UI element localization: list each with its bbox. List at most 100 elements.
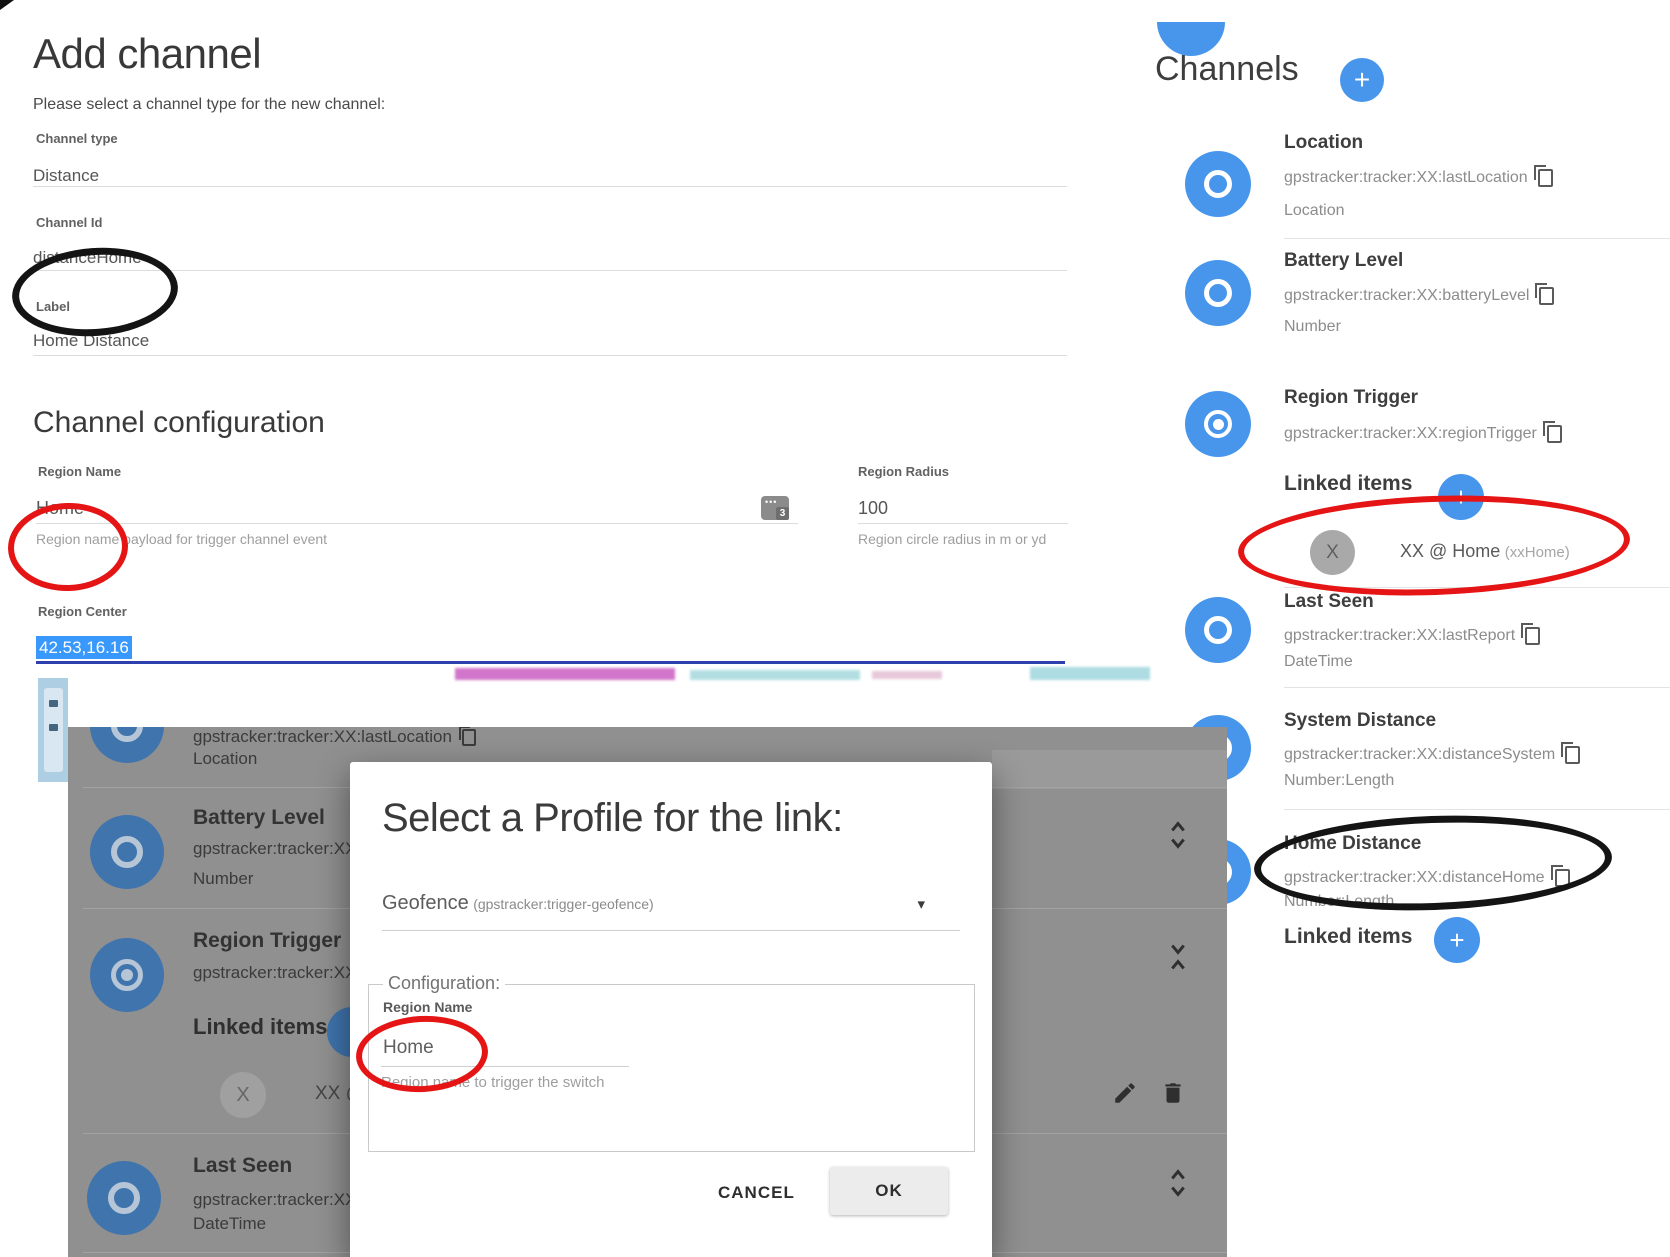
copy-icon[interactable] [1538, 169, 1553, 187]
divider [381, 1066, 629, 1067]
channel-id-input[interactable]: distanceHome [33, 248, 142, 268]
reorder-handle[interactable] [1164, 819, 1192, 854]
profile-dialog: Select a Profile for the link: Geofence … [350, 762, 992, 1257]
linked-items-heading: Linked items [1284, 472, 1412, 496]
divider [33, 355, 1067, 356]
channel-title: Location [1284, 132, 1363, 154]
region-name-label: Region Name [383, 999, 472, 1015]
linked-item-name: XX @ Home [1400, 541, 1500, 561]
collapse-handle[interactable] [1164, 941, 1192, 976]
divider [858, 523, 1068, 524]
channel-uid: gpstracker:tracker:XX:lastReport [1284, 627, 1515, 645]
channel-row-home-distance[interactable]: Home Distance gpstracker:tracker:XX:dist… [1185, 827, 1665, 927]
channel-state-icon-dimmed [90, 727, 164, 763]
add-channel-button[interactable]: + [1340, 58, 1384, 102]
cancel-button[interactable]: CANCEL [704, 1173, 809, 1213]
dialog-title: Select a Profile for the link: [382, 796, 843, 841]
linked-item-avatar: X [1310, 530, 1355, 575]
channel-type: Number:Length [1284, 893, 1394, 911]
region-name-input[interactable]: Home [36, 498, 84, 519]
divider [33, 270, 1067, 271]
channel-type-dimmed: Number [193, 869, 253, 889]
channel-row-system-distance[interactable]: System Distance gpstracker:tracker:XX:di… [1185, 704, 1665, 804]
channel-configuration-heading: Channel configuration [33, 406, 325, 440]
channel-type: Number:Length [1284, 772, 1394, 790]
reorder-handle[interactable] [1164, 1167, 1192, 1202]
copy-icon[interactable] [1547, 425, 1562, 443]
edit-linked-item-button[interactable] [1106, 1079, 1144, 1110]
channel-state-icon-dimmed [90, 815, 164, 889]
map-artifact [690, 670, 860, 680]
region-name-helper: Region name payload for trigger channel … [36, 531, 327, 547]
copy-icon[interactable] [1539, 287, 1554, 305]
region-name-label: Region Name [38, 464, 121, 479]
copy-icon[interactable] [1565, 746, 1580, 764]
channel-title: System Distance [1284, 710, 1436, 732]
profile-select-value: Geofence [382, 892, 469, 914]
divider [36, 523, 798, 524]
configuration-fieldset: Configuration: Region Name Home Region n… [368, 984, 975, 1152]
channel-row-last-seen[interactable]: Last Seen gpstracker:tracker:XX:lastRepo… [1185, 585, 1665, 685]
channel-title: Home Distance [1284, 833, 1421, 855]
channel-state-icon [1185, 151, 1251, 217]
channel-title: Last Seen [1284, 591, 1374, 613]
ok-button[interactable]: OK [830, 1167, 948, 1215]
delete-linked-item-button[interactable] [1154, 1079, 1192, 1110]
region-name-input[interactable]: Home [383, 1037, 434, 1059]
form-filler-badge: 3 [776, 507, 789, 520]
linked-items-heading: Linked items [1284, 925, 1412, 949]
map-zoom-control[interactable] [44, 688, 63, 772]
region-center-input[interactable]: 42.53,16.16 [36, 638, 132, 658]
page-title: Add channel [33, 30, 261, 78]
divider [382, 930, 960, 931]
plus-icon: + [1453, 482, 1468, 513]
form-filler-icon[interactable]: ••• 3 [761, 496, 789, 520]
channel-title-dimmed: Last Seen [193, 1154, 292, 1178]
map-artifact [872, 671, 942, 679]
channel-row-battery-level[interactable]: Battery Level gpstracker:tracker:XX:batt… [1185, 244, 1665, 354]
channel-uid: gpstracker:tracker:XX:batteryLevel [1284, 287, 1529, 305]
channels-heading: Channels [1155, 50, 1299, 89]
region-center-focus-underline [36, 661, 1065, 664]
label-field-input[interactable]: Home Distance [33, 331, 149, 351]
channel-uid: gpstracker:tracker:XX:distanceHome [1284, 869, 1545, 887]
pencil-icon [1112, 1080, 1138, 1106]
corner-annotation-fragment [0, 0, 14, 10]
channel-uid: gpstracker:tracker:XX:distanceSystem [1284, 746, 1555, 764]
channel-type: DateTime [1284, 653, 1353, 671]
region-name-helper: Region name to trigger the switch [381, 1074, 604, 1091]
channel-uid: gpstracker:tracker:XX:lastLocation [1284, 169, 1528, 187]
region-radius-input[interactable]: 100 [858, 498, 888, 519]
add-linked-item-button[interactable]: + [1438, 474, 1484, 520]
channel-title: Region Trigger [1284, 387, 1418, 409]
form-filler-dots: ••• [765, 497, 777, 507]
chevron-down-icon: ▾ [917, 895, 925, 913]
divider [1284, 809, 1670, 810]
channel-type: Location [1284, 202, 1345, 220]
copy-icon[interactable] [1525, 627, 1540, 645]
channel-row-location[interactable]: Location gpstracker:tracker:XX:lastLocat… [1185, 125, 1665, 235]
divider [1284, 687, 1670, 688]
channel-trigger-icon [1185, 391, 1251, 457]
trash-icon [1160, 1080, 1186, 1106]
channel-type: Number [1284, 318, 1341, 336]
channel-state-icon [1185, 260, 1251, 326]
channel-title-dimmed: Region Trigger [193, 929, 341, 953]
divider [1284, 238, 1670, 239]
region-radius-label: Region Radius [858, 464, 949, 479]
channel-row-region-trigger[interactable]: Region Trigger gpstracker:tracker:XX:reg… [1185, 381, 1665, 471]
divider [33, 186, 1067, 187]
profile-select[interactable]: Geofence (gpstracker:trigger-geofence) ▾ [382, 892, 960, 936]
copy-icon[interactable] [462, 729, 476, 746]
add-linked-item-button[interactable]: + [1434, 917, 1480, 963]
profile-select-id: (gpstracker:trigger-geofence) [473, 896, 654, 912]
channel-type-select[interactable]: Distance [33, 166, 99, 186]
channel-title-dimmed: Battery Level [193, 806, 325, 830]
linked-item-row[interactable]: X XX @ Home (xxHome) [1310, 530, 1650, 576]
channel-type-dimmed: DateTime [193, 1214, 266, 1234]
region-center-label: Region Center [38, 604, 127, 619]
label-field-label: Label [36, 299, 70, 314]
copy-icon[interactable] [1555, 869, 1570, 887]
fieldset-legend: Configuration: [383, 973, 505, 994]
channel-id-label: Channel Id [36, 215, 102, 230]
